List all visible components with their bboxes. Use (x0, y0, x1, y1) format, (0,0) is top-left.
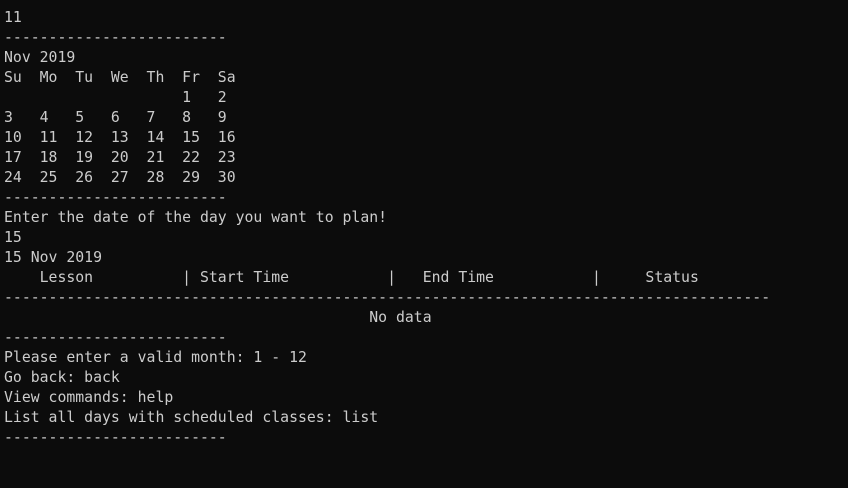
separator-line: ------------------------- (4, 329, 227, 346)
calendar-week-row: 24 25 26 27 28 29 30 (4, 169, 236, 186)
console-window[interactable]: ------------------------- 11 -----------… (0, 0, 848, 488)
help-go-back: Go back: back (4, 369, 120, 386)
calendar-week-row: 3 4 5 6 7 8 9 (4, 109, 227, 126)
help-valid-month: Please enter a valid month: 1 - 12 (4, 349, 307, 366)
schedule-table-header: Lesson | Start Time | End Time | Status (4, 269, 699, 286)
calendar-weekday-header: Su Mo Tu We Th Fr Sa (4, 69, 236, 86)
selected-date: 15 Nov 2019 (4, 249, 102, 266)
separator-line: ------------------------- (4, 29, 227, 46)
separator-line: ------------------------- (4, 189, 227, 206)
calendar-week-row: 1 2 (4, 89, 227, 106)
echo-day-input: 15 (4, 229, 22, 246)
prompt-enter-date: Enter the date of the day you want to pl… (4, 209, 388, 226)
calendar-week-row: 10 11 12 13 14 15 16 (4, 129, 236, 146)
help-view-commands: View commands: help (4, 389, 174, 406)
calendar-week-row: 17 18 19 20 21 22 23 (4, 149, 236, 166)
separator-line: ------------------------- (4, 0, 848, 8)
schedule-table-empty: No data (4, 309, 432, 326)
help-list-days: List all days with scheduled classes: li… (4, 409, 379, 426)
separator-line: ------------------------- (4, 429, 227, 446)
schedule-table-separator: ----------------------------------------… (4, 289, 771, 306)
calendar-month-title: Nov 2019 (4, 49, 76, 66)
echo-month-input: 11 (4, 9, 22, 26)
